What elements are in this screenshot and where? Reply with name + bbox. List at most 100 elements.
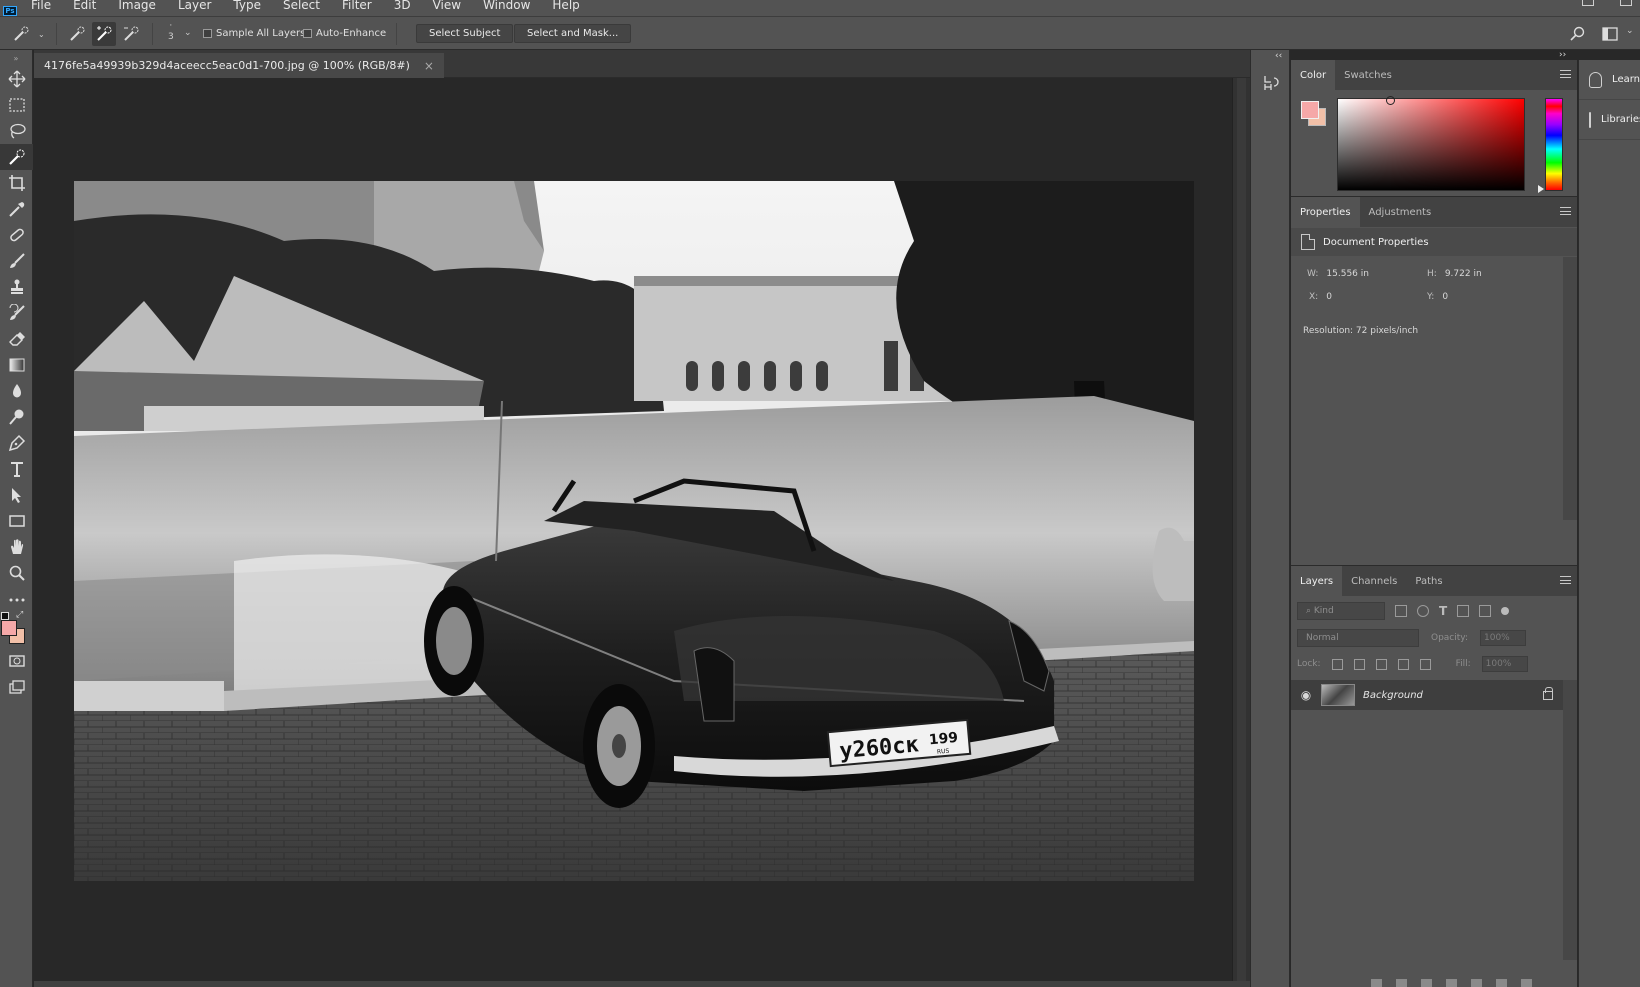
canvas-vertical-scrollbar[interactable]	[1232, 78, 1250, 981]
hue-slider[interactable]	[1538, 98, 1563, 193]
select-and-mask-button[interactable]: Select and Mask...	[514, 24, 632, 43]
layer-kind-filter[interactable]: ⌕ Kind	[1297, 602, 1385, 620]
add-mask-icon[interactable]	[1421, 979, 1432, 987]
toolbar-collapse-icon[interactable]: »	[0, 50, 32, 66]
y-field[interactable]: Y: 0	[1427, 292, 1448, 302]
lock-artboard-icon[interactable]	[1397, 658, 1409, 670]
more-tools-icon[interactable]	[0, 586, 33, 612]
swap-colors-icon[interactable]: ⤢	[16, 610, 23, 620]
menu-help[interactable]: Help	[541, 0, 590, 11]
document-tab[interactable]: 4176fe5a49939b329d4aceecc5eac0d1-700.jpg…	[34, 53, 444, 78]
color-swatches[interactable]: ⤢	[0, 610, 32, 648]
layers-scrollbar[interactable]	[1563, 680, 1577, 960]
menu-type[interactable]: Type	[222, 0, 272, 11]
shape-filter-icon[interactable]	[1457, 605, 1470, 617]
default-colors-icon[interactable]	[1, 612, 9, 620]
hand-tool-icon[interactable]	[0, 534, 33, 560]
height-field[interactable]: H: 9.722 in	[1427, 269, 1482, 279]
collapse-right-icon[interactable]: ››	[1559, 50, 1566, 60]
quick-mask-icon[interactable]	[0, 648, 33, 674]
x-field[interactable]: X: 0	[1309, 292, 1332, 302]
brush-tool-icon[interactable]	[0, 248, 33, 274]
color-panel-foreground[interactable]	[1301, 101, 1319, 119]
properties-scrollbar[interactable]	[1563, 257, 1577, 520]
tab-swatches[interactable]: Swatches	[1335, 60, 1401, 90]
menu-filter[interactable]: Filter	[331, 0, 383, 11]
panel-menu-icon[interactable]	[1560, 207, 1571, 215]
type-tool-icon[interactable]	[0, 456, 33, 482]
marquee-tool-icon[interactable]	[0, 92, 33, 118]
width-field[interactable]: W: 15.556 in	[1307, 269, 1369, 279]
menu-select[interactable]: Select	[272, 0, 331, 11]
menu-view[interactable]: View	[422, 0, 472, 11]
pixel-filter-icon[interactable]	[1395, 605, 1407, 617]
tab-layers[interactable]: Layers	[1291, 566, 1343, 596]
rectangle-tool-icon[interactable]	[0, 508, 33, 534]
foreground-color-swatch[interactable]	[1, 620, 17, 636]
panel-menu-icon[interactable]	[1560, 70, 1571, 78]
crop-tool-icon[interactable]	[0, 170, 33, 196]
menu-image[interactable]: Image	[107, 0, 167, 11]
delete-layer-icon[interactable]	[1521, 979, 1532, 987]
pen-tool-icon[interactable]	[0, 430, 33, 456]
lock-image-icon[interactable]	[1353, 658, 1365, 670]
blend-mode-select[interactable]: Normal	[1297, 629, 1419, 647]
new-selection-icon[interactable]	[68, 26, 86, 42]
menu-file[interactable]: File	[20, 0, 62, 11]
adjustment-filter-icon[interactable]	[1417, 605, 1429, 617]
eraser-tool-icon[interactable]	[0, 326, 33, 352]
auto-enhance-checkbox[interactable]: Auto-Enhance	[303, 28, 386, 39]
fill-input[interactable]: 100%	[1481, 656, 1528, 672]
tab-adjustments[interactable]: Adjustments	[1360, 197, 1441, 227]
search-icon[interactable]	[1570, 26, 1586, 42]
new-adjustment-icon[interactable]	[1446, 979, 1457, 987]
tab-paths[interactable]: Paths	[1406, 566, 1451, 596]
quick-selection-tool-icon[interactable]	[0, 144, 33, 170]
zoom-tool-icon[interactable]	[0, 560, 33, 586]
close-tab-icon[interactable]: ×	[424, 59, 434, 73]
link-layers-icon[interactable]	[1371, 979, 1382, 987]
select-subject-button[interactable]: Select Subject	[416, 24, 514, 43]
sample-all-layers-checkbox[interactable]: Sample All Layers	[203, 28, 305, 39]
restore-icon[interactable]	[1620, 0, 1632, 6]
collapse-left-icon[interactable]: ‹‹	[1275, 51, 1282, 61]
move-tool-icon[interactable]	[0, 66, 33, 92]
lock-all-icon[interactable]	[1419, 658, 1431, 670]
menu-window[interactable]: Window	[472, 0, 541, 11]
layer-row-background[interactable]: ◉ Background	[1291, 680, 1563, 710]
tab-channels[interactable]: Channels	[1342, 566, 1406, 596]
new-layer-icon[interactable]	[1496, 979, 1507, 987]
dodge-tool-icon[interactable]	[0, 404, 33, 430]
tab-properties[interactable]: Properties	[1291, 197, 1360, 227]
smart-object-filter-icon[interactable]	[1479, 605, 1492, 617]
blur-tool-icon[interactable]	[0, 378, 33, 404]
screen-mode-icon[interactable]	[0, 674, 33, 700]
new-group-icon[interactable]	[1471, 979, 1482, 987]
path-selection-tool-icon[interactable]	[0, 482, 33, 508]
libraries-button[interactable]: Libraries	[1579, 100, 1640, 140]
healing-brush-tool-icon[interactable]	[0, 222, 33, 248]
panel-menu-icon[interactable]	[1560, 576, 1571, 584]
visibility-eye-icon[interactable]: ◉	[1291, 688, 1321, 702]
lock-transparent-icon[interactable]	[1331, 658, 1343, 670]
brush-dropdown-icon[interactable]: ⌄	[184, 28, 192, 38]
workspace-dropdown-icon[interactable]: ⌄	[1626, 26, 1634, 36]
lock-position-icon[interactable]	[1375, 658, 1387, 670]
filter-toggle-icon[interactable]	[1501, 607, 1510, 615]
brush-size-picker[interactable]: · 3	[168, 21, 174, 43]
menu-edit[interactable]: Edit	[62, 0, 107, 11]
menu-3d[interactable]: 3D	[383, 0, 422, 11]
minimize-icon[interactable]	[1582, 0, 1594, 6]
tab-color[interactable]: Color	[1291, 60, 1336, 90]
opacity-input[interactable]: 100%	[1480, 630, 1526, 646]
layer-lock-icon[interactable]	[1543, 686, 1553, 700]
quick-selection-preset-icon[interactable]	[12, 26, 30, 42]
color-picker-cursor-icon[interactable]	[1386, 96, 1395, 105]
history-panel-icon[interactable]	[1262, 74, 1280, 92]
lasso-tool-icon[interactable]	[0, 118, 33, 144]
add-to-selection-icon[interactable]	[95, 26, 113, 42]
clone-stamp-tool-icon[interactable]	[0, 274, 33, 300]
gradient-tool-icon[interactable]	[0, 352, 33, 378]
preset-dropdown-icon[interactable]: ⌄	[38, 30, 45, 39]
type-filter-icon[interactable]: T	[1439, 604, 1447, 618]
